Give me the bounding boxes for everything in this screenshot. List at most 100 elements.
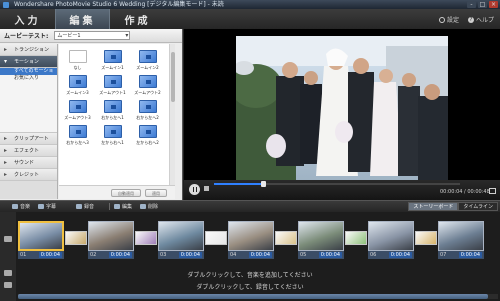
motion-label: 右から左へ2 (136, 115, 159, 120)
video-preview (236, 36, 448, 180)
stop-button[interactable] (204, 186, 209, 191)
motion-item[interactable]: ズームイン3 (64, 75, 91, 96)
tab-input[interactable]: 入力 (0, 9, 55, 29)
transition-slot[interactable] (274, 226, 298, 250)
motion-item[interactable]: 右から左へ3 (64, 125, 91, 146)
category-transition[interactable]: トランジション (0, 44, 57, 56)
timeline-clip[interactable]: 06 0:00:04 (368, 219, 414, 261)
category-effect[interactable]: エフェクト (0, 145, 57, 157)
seek-handle[interactable] (261, 181, 266, 187)
timeline-clip[interactable]: 05 0:00:04 (298, 219, 344, 261)
transition-thumbnail[interactable] (345, 231, 367, 245)
transition-thumbnail[interactable] (205, 231, 227, 245)
transition-thumbnail[interactable] (415, 231, 437, 245)
motion-thumbnail[interactable] (103, 50, 122, 63)
transition-slot[interactable] (344, 226, 368, 250)
clip-thumbnail[interactable] (298, 221, 344, 251)
timeline-clip[interactable]: 02 0:00:04 (88, 219, 134, 261)
transition-slot[interactable] (134, 226, 158, 250)
storyboard-view-button[interactable]: ストーリーボード (408, 202, 459, 211)
motion-preview-mark (145, 80, 151, 84)
apply-button[interactable]: 適用 (145, 188, 167, 197)
motion-item[interactable]: 右から左へ2 (134, 100, 161, 121)
motion-thumbnail[interactable] (103, 75, 122, 88)
record-button[interactable]: 録音 (76, 203, 94, 210)
motion-item[interactable]: 左から右へ2 (134, 125, 161, 146)
tab-create[interactable]: 作成 (110, 9, 165, 29)
seek-bar[interactable] (214, 181, 460, 187)
movie-dropdown[interactable]: ムービー1 (54, 31, 131, 40)
maximize-button[interactable]: □ (478, 1, 487, 8)
timeline-clip[interactable]: 03 0:00:04 (158, 219, 204, 261)
motion-item[interactable]: ズームイン1 (99, 50, 126, 71)
app-icon (3, 1, 9, 8)
timeline-scrollbar[interactable] (18, 294, 498, 299)
motion-thumbnail[interactable] (68, 75, 87, 88)
transition-thumbnail[interactable] (135, 231, 157, 245)
help-link[interactable]: ? ヘルプ (467, 15, 494, 24)
motion-preview-mark (145, 105, 151, 109)
edit-button[interactable]: 編集 (108, 203, 132, 210)
pause-button[interactable] (189, 184, 200, 195)
minimize-button[interactable]: - (467, 1, 476, 8)
music-track-hint[interactable]: ダブルクリックして、音楽を追加してください (0, 270, 500, 279)
motion-item[interactable]: ズームアウト3 (64, 100, 91, 121)
movie-selector-label: ムービーテスト: (4, 33, 49, 40)
motion-item[interactable]: 右から左へ1 (99, 100, 126, 121)
tab-edit[interactable]: 編集 (55, 9, 110, 29)
clip-duration: 0:00:04 (458, 252, 482, 258)
subcategory-favorites[interactable]: お気に入り (0, 75, 57, 82)
fullscreen-icon[interactable] (489, 188, 496, 194)
motion-preview-mark (145, 130, 151, 134)
timeline-clip[interactable]: 01 0:00:04 (18, 219, 64, 261)
clip-thumbnail[interactable] (228, 221, 274, 251)
clip-thumbnail[interactable] (438, 221, 484, 251)
clip-thumbnail[interactable] (158, 221, 204, 251)
scrollbar-thumb[interactable] (171, 52, 175, 102)
app-window: Wondershare PhotoMovie Studio 6 Wedding … (0, 0, 500, 301)
motion-thumbnail[interactable] (138, 100, 157, 113)
close-button[interactable]: × (489, 1, 498, 8)
category-credit[interactable]: クレジット (0, 169, 57, 181)
transition-thumbnail[interactable] (65, 231, 87, 245)
motion-thumbnail[interactable] (68, 50, 87, 63)
motion-item[interactable]: 左から右へ1 (99, 125, 126, 146)
category-sound[interactable]: サウンド (0, 157, 57, 169)
clip-thumbnail[interactable] (88, 221, 134, 251)
help-icon: ? (467, 16, 474, 23)
motion-thumbnail[interactable] (138, 125, 157, 138)
record-track-hint[interactable]: ダブルクリックして、録音してください (0, 282, 500, 291)
motion-item[interactable]: ズームイン2 (134, 50, 161, 71)
timeline-scrollbar-thumb[interactable] (18, 294, 488, 299)
motion-thumbnail[interactable] (68, 100, 87, 113)
settings-link[interactable]: 設定 (438, 15, 459, 24)
motion-thumbnail[interactable] (68, 125, 87, 138)
transition-slot[interactable] (204, 226, 228, 250)
motion-item[interactable]: ズームアウト2 (134, 75, 161, 96)
help-label: ヘルプ (475, 17, 494, 24)
clip-thumbnail[interactable] (18, 221, 64, 251)
transition-slot[interactable] (64, 226, 88, 250)
timeline-view-button[interactable]: タイムライン (458, 202, 498, 211)
subcategory-all-motions[interactable]: すべてのモーション (0, 68, 57, 81)
category-clipart[interactable]: クリップアート (0, 133, 57, 145)
delete-button[interactable]: 削除 (140, 203, 158, 210)
motion-item[interactable]: ズームアウト1 (99, 75, 126, 96)
subtitle-button[interactable]: 字幕 (38, 203, 56, 210)
top-links: 設定 ? ヘルプ (438, 15, 494, 24)
motion-thumbnail[interactable] (103, 125, 122, 138)
motion-thumbnail[interactable] (138, 50, 157, 63)
clip-thumbnail[interactable] (368, 221, 414, 251)
music-button[interactable]: 音楽 (12, 203, 30, 210)
transition-slot[interactable] (414, 226, 438, 250)
clip-duration: 0:00:04 (318, 252, 342, 258)
motion-scrollbar[interactable] (169, 44, 175, 199)
transition-thumbnail[interactable] (275, 231, 297, 245)
motion-thumbnail[interactable] (103, 100, 122, 113)
auto-apply-button[interactable]: 自動適用 (111, 188, 141, 197)
motion-item[interactable]: なし (64, 50, 91, 71)
motion-thumbnail[interactable] (138, 75, 157, 88)
timeline-clip[interactable]: 04 0:00:04 (228, 219, 274, 261)
timeline-clip[interactable]: 07 0:00:04 (438, 219, 484, 261)
category-motion[interactable]: モーション (0, 56, 57, 68)
